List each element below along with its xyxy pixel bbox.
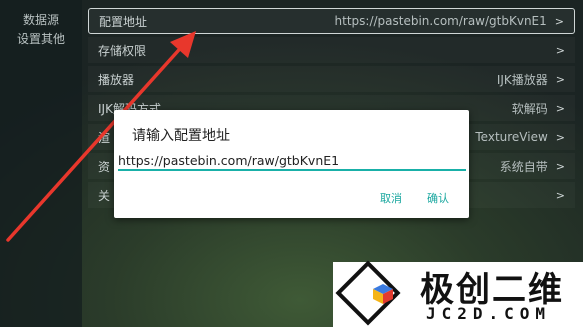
setting-player[interactable]: 播放器 IJK播放器 > <box>88 66 575 92</box>
setting-value: 软解码 <box>511 101 548 116</box>
cancel-button[interactable]: 取消 <box>380 190 402 206</box>
dialog-title: 请输入配置地址 <box>132 128 230 144</box>
confirm-button[interactable]: 确认 <box>427 190 449 206</box>
sidebar: 数据源 设置其他 <box>0 0 82 327</box>
chevron-right-icon: > <box>555 159 565 173</box>
setting-label: 资 <box>98 159 111 174</box>
chevron-right-icon: > <box>555 43 565 57</box>
setting-label: 渲 <box>98 130 111 145</box>
setting-value: https://pastebin.com/raw/gtbKvnE1 <box>334 14 547 28</box>
setting-label: 配置地址 <box>99 14 148 29</box>
watermark-domain: JC2D.COM <box>426 304 552 323</box>
setting-value: 系统自带 <box>499 159 548 174</box>
config-address-dialog: 请输入配置地址 取消 确认 <box>114 110 469 218</box>
setting-value: IJK播放器 <box>496 72 548 87</box>
setting-label: 存储权限 <box>98 43 147 58</box>
chevron-right-icon: > <box>555 101 565 115</box>
config-address-input[interactable] <box>118 151 466 169</box>
sidebar-item-other-settings[interactable]: 设置其他 <box>0 30 82 47</box>
sidebar-item-data-source[interactable]: 数据源 <box>0 11 82 28</box>
cube-icon <box>373 284 393 304</box>
setting-storage-permission[interactable]: 存储权限 > <box>88 37 575 63</box>
input-underline <box>118 169 466 171</box>
chevron-right-icon: > <box>555 188 565 202</box>
setting-config-address[interactable]: 配置地址 https://pastebin.com/raw/gtbKvnE1 > <box>88 8 575 34</box>
setting-value: TextureView <box>475 130 548 144</box>
chevron-right-icon: > <box>555 130 565 144</box>
setting-label: 播放器 <box>98 72 135 87</box>
chevron-right-icon: > <box>555 72 565 86</box>
chevron-right-icon: > <box>554 14 564 28</box>
setting-label: 关 <box>98 188 111 203</box>
